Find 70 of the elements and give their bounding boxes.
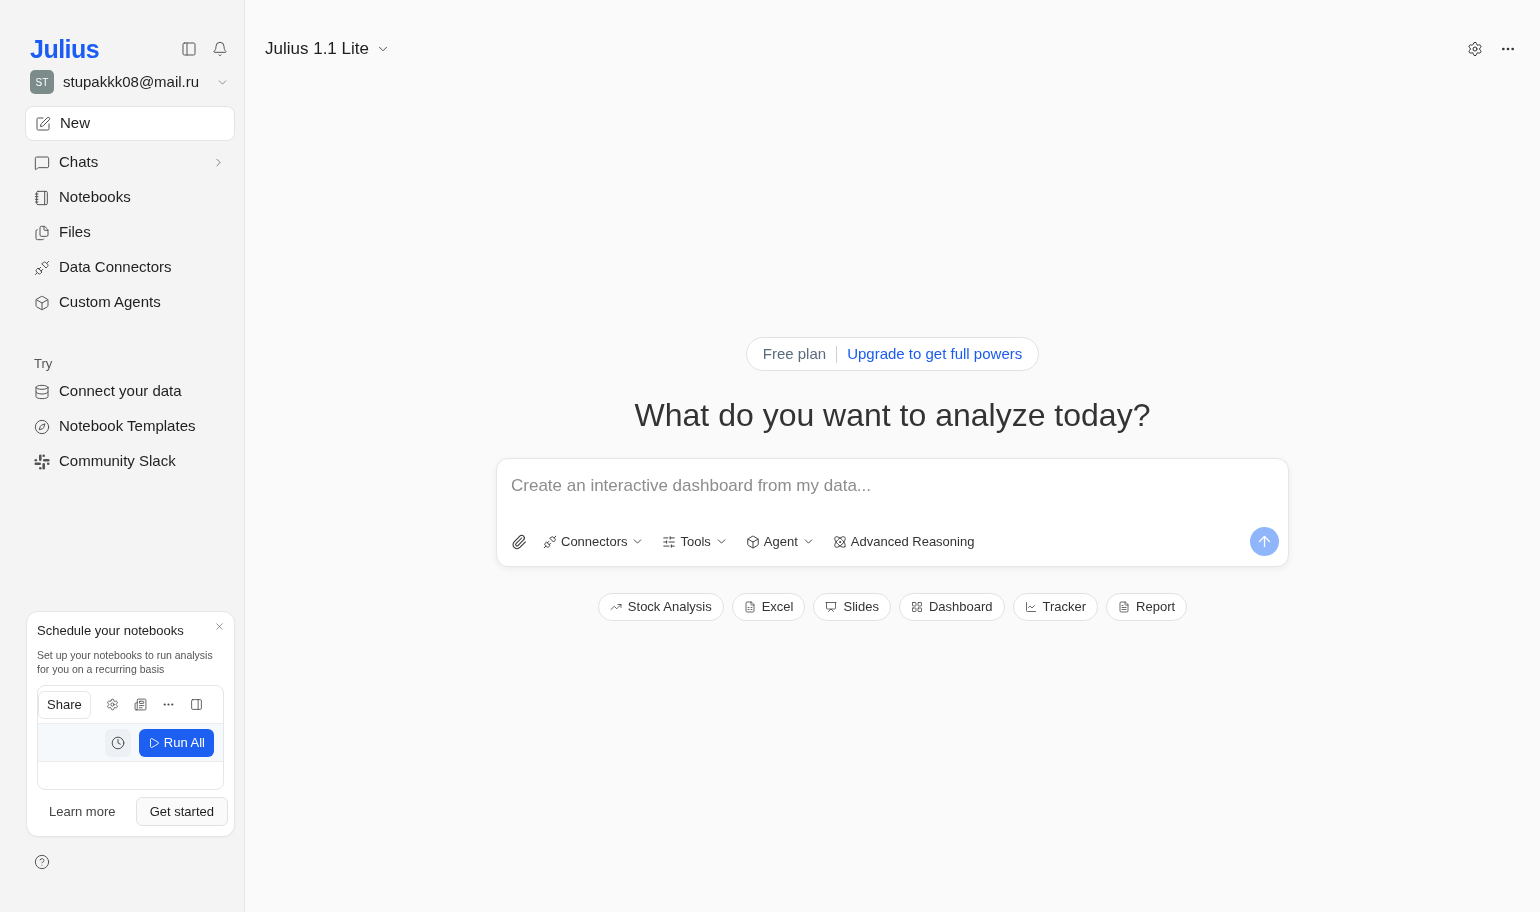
prompt-input[interactable]: Create an interactive dashboard from my data...: [511, 474, 1274, 498]
sidebar-toggle-button[interactable]: [181, 41, 197, 57]
sidebar-nav-item[interactable]: Data Connectors: [25, 250, 235, 285]
grid-icon: [910, 601, 923, 613]
bell-icon: [212, 41, 228, 57]
speech-bubble-icon: [34, 154, 50, 171]
document-icon: [1118, 601, 1131, 613]
line-chart-icon: [1024, 601, 1037, 613]
trend-icon: [609, 601, 622, 613]
close-icon: [214, 621, 225, 632]
compass-icon: [34, 418, 50, 435]
close-button[interactable]: [214, 621, 225, 632]
account-email: stupakkk08@mail.ru: [63, 71, 200, 92]
help-icon: [34, 854, 50, 870]
suggestion-chip[interactable]: Report: [1106, 593, 1188, 621]
learn-more-link[interactable]: Learn more: [37, 801, 116, 822]
toggle-button[interactable]: Advanced Reasoning: [832, 527, 975, 556]
cube-icon: [745, 534, 760, 549]
get-started-button[interactable]: Get started: [135, 797, 228, 826]
clock-icon: [104, 728, 131, 757]
dropdown-button[interactable]: Connectors: [543, 527, 645, 556]
paperclip-icon: [511, 533, 527, 550]
sliders-icon: [662, 534, 677, 549]
promo-description: Set up your notebooks to run analysis for you on a recurring basis: [37, 648, 214, 676]
sidebar-try-item[interactable]: Notebook Templates: [25, 409, 235, 444]
settings-icon: [105, 698, 119, 711]
new-button[interactable]: New: [25, 106, 235, 141]
run-all-button[interactable]: Run All: [138, 728, 214, 757]
database-icon: [34, 383, 50, 400]
pinwheel-icon: [34, 453, 50, 470]
suggestion-chip[interactable]: Dashboard: [898, 593, 1005, 621]
panel-icon: [181, 41, 197, 57]
sidebar-try-item[interactable]: Connect your data: [25, 374, 235, 409]
model-selector[interactable]: Julius 1.1 Lite: [265, 36, 390, 62]
plan-label: Free plan: [762, 343, 827, 364]
section-heading: Try: [33, 355, 54, 373]
cube-icon: [34, 294, 50, 311]
share-button[interactable]: Share: [38, 690, 91, 719]
suggestion-chip[interactable]: Tracker: [1012, 593, 1099, 621]
upgrade-link[interactable]: Upgrade to get full powers: [847, 342, 1023, 366]
suggestion-chip[interactable]: Slides: [813, 593, 891, 621]
newspaper-icon: [133, 698, 147, 711]
attach-button[interactable]: [511, 533, 527, 550]
play-icon: [147, 736, 160, 749]
plug-icon: [34, 259, 50, 276]
sidebar-nav-item[interactable]: Files: [25, 215, 235, 250]
presentation-icon: [825, 601, 838, 613]
dropdown-button[interactable]: Tools: [662, 527, 728, 556]
user-avatar: ST: [30, 70, 54, 94]
sidebar-nav-item[interactable]: Notebooks: [25, 180, 235, 215]
files-icon: [34, 224, 50, 241]
suggestion-chip[interactable]: Excel: [731, 593, 806, 621]
dropdown-button[interactable]: Agent: [745, 527, 815, 556]
atom-icon: [832, 534, 847, 549]
plug-icon: [543, 534, 557, 549]
sidebar-nav-item[interactable]: Custom Agents: [25, 285, 235, 320]
logo: Julius: [30, 34, 100, 65]
help-button[interactable]: [34, 854, 50, 870]
spreadsheet-icon: [743, 601, 756, 613]
pen-square-icon: [35, 115, 51, 132]
promo-title: Schedule your notebooks: [37, 622, 184, 640]
notebook-icon: [34, 189, 50, 206]
settings-button[interactable]: [1467, 41, 1483, 57]
headline: What do you want to analyze today?: [634, 396, 1151, 435]
panel-icon: [189, 698, 203, 711]
settings-icon: [1467, 41, 1483, 57]
suggestion-chip[interactable]: Stock Analysis: [597, 593, 724, 621]
sidebar-nav-item[interactable]: Chats: [25, 145, 235, 180]
sidebar-try-item[interactable]: Community Slack: [25, 444, 235, 479]
notifications-button[interactable]: [212, 41, 228, 57]
